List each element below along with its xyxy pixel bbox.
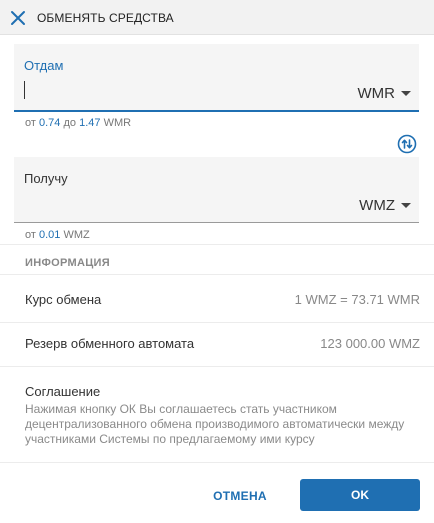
range-to-text: до	[63, 117, 77, 129]
get-range: от 0.01 WMZ	[25, 229, 90, 241]
get-label: Получу	[24, 171, 68, 186]
rate-label: Курс обмена	[25, 292, 102, 307]
ok-button[interactable]: OK	[300, 479, 420, 511]
get-amount-input[interactable]	[26, 193, 326, 215]
divider	[0, 322, 434, 323]
give-field: Отдам WMR	[14, 44, 419, 112]
text-caret	[24, 81, 25, 99]
give-range-unit: WMR	[103, 117, 132, 129]
cancel-button[interactable]: ОТМЕНА	[207, 480, 273, 512]
agreement-text: Нажимая кнопку ОК Вы соглашаетесь стать …	[25, 402, 405, 446]
swap-icon[interactable]	[397, 134, 417, 154]
reserve-label: Резерв обменного автомата	[25, 336, 195, 351]
get-currency-value: WMZ	[359, 197, 395, 214]
get-currency-select[interactable]: WMZ	[359, 197, 411, 214]
range-from-text: от	[25, 117, 36, 129]
get-range-min: 0.01	[38, 229, 61, 241]
give-label: Отдам	[24, 58, 64, 73]
info-section-title: ИНФОРМАЦИЯ	[25, 257, 110, 269]
divider	[0, 366, 434, 367]
agreement-title: Соглашение	[25, 384, 101, 399]
give-range-max: 1.47	[79, 117, 101, 129]
caret-down-icon	[401, 91, 411, 96]
divider	[0, 274, 434, 275]
give-currency-value: WMR	[357, 85, 396, 102]
divider	[0, 244, 434, 245]
range-from-text: от	[25, 229, 36, 241]
close-icon[interactable]	[9, 9, 27, 27]
give-currency-select[interactable]: WMR	[357, 85, 411, 102]
get-range-unit: WMZ	[63, 229, 90, 241]
give-range: от 0.74 до 1.47 WMR	[25, 117, 131, 129]
give-range-min: 0.74	[38, 117, 61, 129]
dialog-header: ОБМЕНЯТЬ СРЕДСТВА	[0, 0, 434, 35]
get-field: Получу WMZ	[14, 157, 419, 223]
rate-value: 1 WMZ = 73.71 WMR	[294, 292, 420, 307]
dialog-footer: ОТМЕНА OK	[0, 462, 434, 523]
dialog-title: ОБМЕНЯТЬ СРЕДСТВА	[37, 11, 174, 25]
caret-down-icon	[401, 203, 411, 208]
give-amount-input[interactable]	[26, 80, 326, 102]
reserve-value: 123 000.00 WMZ	[320, 336, 420, 351]
